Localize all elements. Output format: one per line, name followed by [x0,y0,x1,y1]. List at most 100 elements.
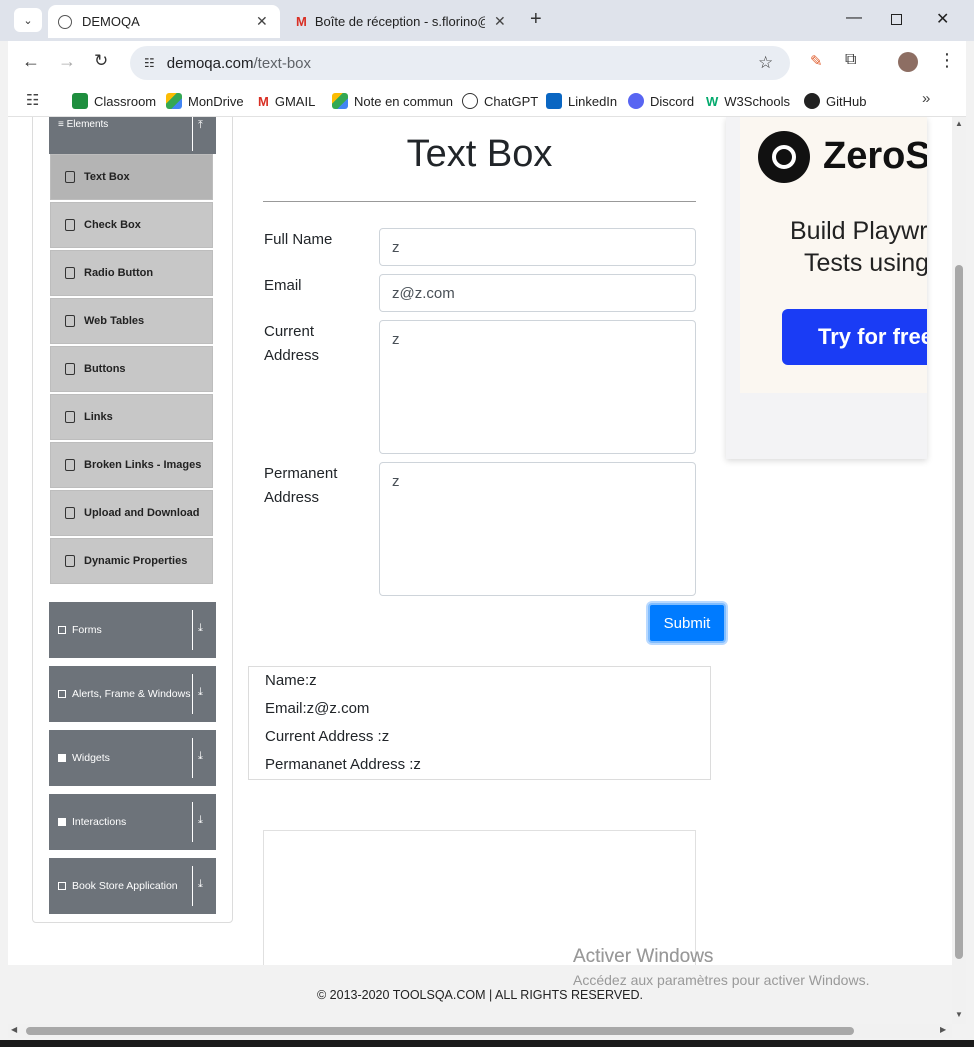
more-bookmarks-icon[interactable]: » [922,90,930,107]
scroll-up-icon[interactable]: ▲ [955,119,963,128]
tab-title: DEMOQA [82,14,140,29]
window-icon [58,690,66,698]
close-tab-icon[interactable]: ✕ [256,13,268,30]
bookmark-chatgpt[interactable]: ChatGPT [462,89,538,113]
sidebar-item-text-box[interactable]: Text Box [50,154,213,200]
sidebar-section-label: Elements [66,119,109,130]
horizontal-scroll-thumb[interactable] [26,1027,854,1035]
sidebar-group-forms[interactable]: Forms ⤓ [49,602,216,658]
url-host: demoqa.com [166,54,254,72]
sidebar-group-book-store[interactable]: Book Store Application ⤓ [49,858,216,914]
ad-cta-button[interactable]: Try for free→ [782,309,927,365]
vertical-scroll-thumb[interactable] [955,265,963,959]
tab-demoqa[interactable]: DEMOQA ✕ [48,5,280,38]
html5-icon [65,411,75,423]
html5-icon [65,171,75,183]
sidebar-item-radio-button[interactable]: Radio Button [50,250,213,296]
html5-icon [65,315,75,327]
expand-icon[interactable]: ⤓ [198,686,203,699]
books-icon [58,882,66,890]
bookmark-w3schools[interactable]: W W3Schools [706,89,790,113]
scroll-right-icon[interactable]: ▶ [940,1025,946,1034]
ad-brand: ZeroSt [823,135,927,177]
scroll-down-icon[interactable]: ▼ [955,1010,963,1019]
activation-watermark-line: Accédez aux paramètres pour activer Wind… [573,972,870,988]
maximize-icon[interactable] [891,14,902,25]
back-icon[interactable]: ← [22,51,40,72]
bookmark-gmail[interactable]: M GMAIL [258,89,315,113]
extension-pen-icon[interactable]: ✎ [810,52,823,70]
ad-banner[interactable]: ZeroSt Build Playwri Tests using Try for… [726,117,927,459]
vertical-scrollbar[interactable]: ▲ ▼ [952,117,966,1024]
expand-icon[interactable]: ⤓ [198,622,203,635]
sidebar-group-interactions[interactable]: Interactions ⤓ [49,794,216,850]
widgets-icon [58,754,66,762]
html5-icon [65,459,75,471]
chevron-down-icon: ⌄ [23,14,33,27]
linkedin-icon [546,93,562,109]
bookmark-linkedin[interactable]: LinkedIn [546,89,617,113]
ad-line-2: Tests using [804,249,927,277]
sidebar-item-dynamic-properties[interactable]: Dynamic Properties [50,538,213,584]
star-icon[interactable]: ☆ [758,53,773,73]
forms-icon [58,626,66,634]
bookmark-note-en-commun[interactable]: Note en commun [332,89,453,113]
horizontal-scrollbar[interactable]: ◀ ▶ [8,1024,952,1038]
sidebar-item-links[interactable]: Links [50,394,213,440]
sidebar-item-check-box[interactable]: Check Box [50,202,213,248]
url-path: /text-box [253,54,312,72]
sidebar-item-buttons[interactable]: Buttons [50,346,213,392]
permanent-address-textarea[interactable]: z [379,462,696,596]
new-tab-icon[interactable]: + [530,8,542,31]
current-address-label: Current Address [264,323,320,364]
gmail-icon: M [296,14,307,29]
submit-button[interactable]: Submit [648,603,726,643]
tab-gmail[interactable]: M Boîte de réception - s.florino@ ✕ [286,5,518,38]
current-address-textarea[interactable]: z [379,320,696,454]
output-current-address: Current Address :z [265,728,390,745]
ad-line-1: Build Playwri [790,217,927,245]
address-bar[interactable]: ☷ demoqa.com/text-box ☆ [130,46,790,80]
email-label: Email [264,277,302,294]
menu-icon[interactable]: ⋮ [938,50,956,71]
sidebar-item-upload-download[interactable]: Upload and Download [50,490,213,536]
bookmark-classroom[interactable]: Classroom [72,89,156,113]
discord-icon [628,93,644,109]
expand-icon[interactable]: ⤓ [198,814,203,827]
interactions-icon [58,818,66,826]
sidebar-section-elements[interactable]: ≡ Elements ⤒ [49,117,216,154]
sidebar-group-alerts[interactable]: Alerts, Frame & Windows ⤓ [49,666,216,722]
forward-icon[interactable]: → [58,51,76,72]
bookmark-github[interactable]: GitHub [804,89,866,113]
close-window-icon[interactable]: ✕ [936,9,949,29]
expand-icon[interactable]: ⤓ [198,750,203,763]
full-name-label: Full Name [264,231,333,248]
html5-icon [65,507,75,519]
sidebar-group-widgets[interactable]: Widgets ⤓ [49,730,216,786]
chatgpt-icon [462,93,478,109]
output-name: Name:z [265,672,317,689]
footer-copyright: © 2013-2020 TOOLSQA.COM | ALL RIGHTS RES… [316,988,643,1002]
expand-icon[interactable]: ⤓ [198,878,203,891]
gmail-icon: M [258,93,269,109]
profile-avatar[interactable] [898,52,918,72]
site-info-icon[interactable]: ☷ [144,56,155,70]
email-input[interactable]: z@z.com [379,274,696,312]
tab-search-button[interactable]: ⌄ [14,8,42,32]
output-email: Email:z@z.com [265,700,370,717]
close-tab-icon[interactable]: ✕ [494,13,506,30]
collapse-icon[interactable]: ⤒ [198,119,203,132]
classroom-icon [72,93,88,109]
minimize-icon[interactable]: — [846,9,862,27]
bookmark-discord[interactable]: Discord [628,89,694,113]
sidebar-item-broken-links[interactable]: Broken Links - Images [50,442,213,488]
bookmark-mondrive[interactable]: MonDrive [166,89,244,113]
reload-icon[interactable]: ↻ [94,51,108,71]
full-name-input[interactable]: z [379,228,696,266]
apps-grid-icon[interactable]: ☷ [26,91,39,109]
permanent-address-label: Permanent Address [264,465,338,506]
tab-title: Boîte de réception - s.florino@ [314,14,485,29]
extensions-icon[interactable]: ⧉ [845,51,856,69]
scroll-left-icon[interactable]: ◀ [11,1025,17,1034]
sidebar-item-web-tables[interactable]: Web Tables [50,298,213,344]
